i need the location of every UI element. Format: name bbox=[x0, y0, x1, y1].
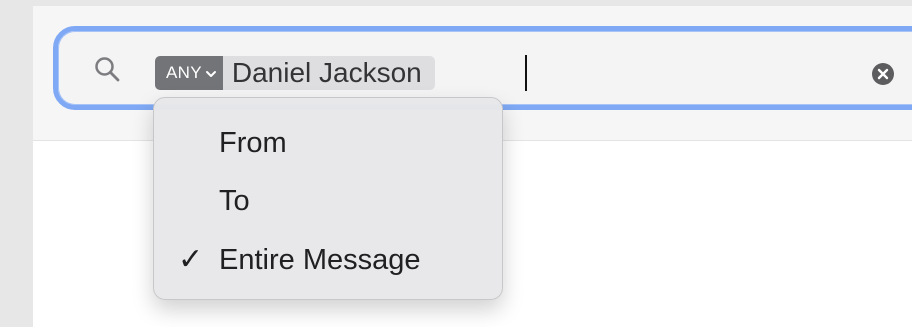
menu-item-to[interactable]: To bbox=[154, 176, 502, 226]
text-caret bbox=[525, 55, 527, 91]
menu-item-from[interactable]: From bbox=[154, 118, 502, 168]
menu-item-label: From bbox=[219, 127, 287, 159]
menu-item-entire-message[interactable]: ✓ Entire Message bbox=[154, 235, 502, 285]
token-value[interactable]: Daniel Jackson bbox=[222, 56, 435, 90]
clear-icon[interactable] bbox=[871, 62, 895, 86]
chevron-down-icon bbox=[205, 71, 216, 77]
menu-item-label: Entire Message bbox=[219, 244, 421, 276]
search-icon bbox=[95, 57, 120, 82]
token-scope-button[interactable]: ANY bbox=[155, 56, 223, 90]
menu-item-label: To bbox=[219, 185, 250, 217]
checkmark-icon: ✓ bbox=[178, 243, 204, 276]
token-scope-label: ANY bbox=[166, 63, 202, 82]
scope-dropdown-menu: From To ✓ Entire Message bbox=[153, 97, 503, 300]
search-token[interactable]: ANY Daniel Jackson bbox=[155, 56, 435, 90]
